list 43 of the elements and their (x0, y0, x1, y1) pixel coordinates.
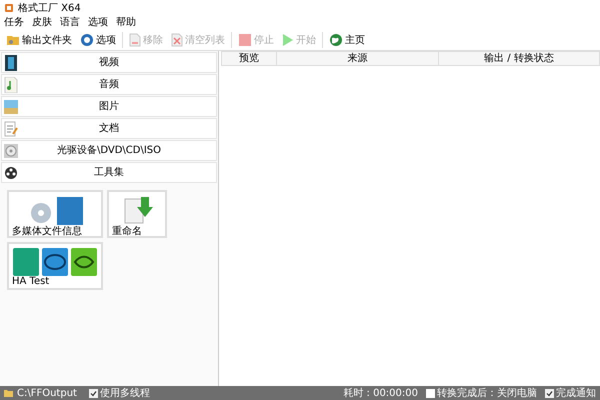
film-icon (4, 55, 18, 71)
menu-item[interactable]: 帮助 (116, 18, 136, 28)
toolbar-button[interactable]: 输出文件夹 (4, 31, 74, 49)
menu-item[interactable]: 语言 (60, 18, 80, 28)
app-icon (4, 3, 14, 13)
category-button[interactable]: 工具集 (1, 162, 217, 183)
checkbox-label: 使用多线程 (100, 386, 150, 400)
play-icon (282, 33, 294, 47)
checkbox[interactable] (545, 388, 554, 398)
menu-item[interactable]: 皮肤 (32, 18, 52, 28)
checkbox[interactable] (88, 388, 98, 398)
menu-item[interactable]: 任务 (4, 18, 24, 28)
music-note-icon (4, 77, 18, 93)
toolbar-button[interactable]: 选项 (78, 31, 118, 49)
window-title: 格式工厂 X64 (18, 2, 81, 16)
document-pencil-icon (4, 121, 18, 137)
document-cross-icon (171, 33, 183, 47)
output-folder-path: C:\FFOutput (17, 386, 77, 400)
menu-item[interactable]: 选项 (88, 18, 108, 28)
tool-button[interactable]: 多媒体文件信息 (7, 190, 103, 238)
tool-button[interactable]: HA Test (7, 242, 103, 290)
tool-button[interactable]: 重命名 (107, 190, 167, 238)
column-header[interactable]: 输出 / 转换状态 (439, 52, 599, 65)
category-button[interactable]: 视频 (1, 52, 217, 73)
elapsed-time: 耗时 : 00:00:00 (343, 386, 418, 400)
disc-icon (4, 143, 18, 159)
folder-icon (4, 389, 13, 397)
stop-icon (238, 33, 252, 47)
category-button[interactable]: 音频 (1, 74, 217, 95)
toolbar-button[interactable]: 主页 (327, 31, 367, 49)
document-minus-icon (129, 33, 141, 47)
film-reel-icon (4, 165, 18, 181)
checkbox-label: 转换完成后：关闭电脑 (437, 386, 537, 400)
checkbox[interactable] (426, 388, 435, 398)
folder-icon (6, 33, 20, 47)
checkbox-label: 完成通知 (556, 386, 596, 400)
category-button[interactable]: 图片 (1, 96, 217, 117)
globe-icon (329, 33, 343, 47)
category-button[interactable]: 光驱设备\DVD\CD\ISO (1, 140, 217, 161)
category-button[interactable]: 文档 (1, 118, 217, 139)
landscape-icon (4, 99, 18, 115)
column-header[interactable]: 来源 (277, 52, 439, 65)
column-header[interactable]: 预览 (222, 52, 277, 65)
